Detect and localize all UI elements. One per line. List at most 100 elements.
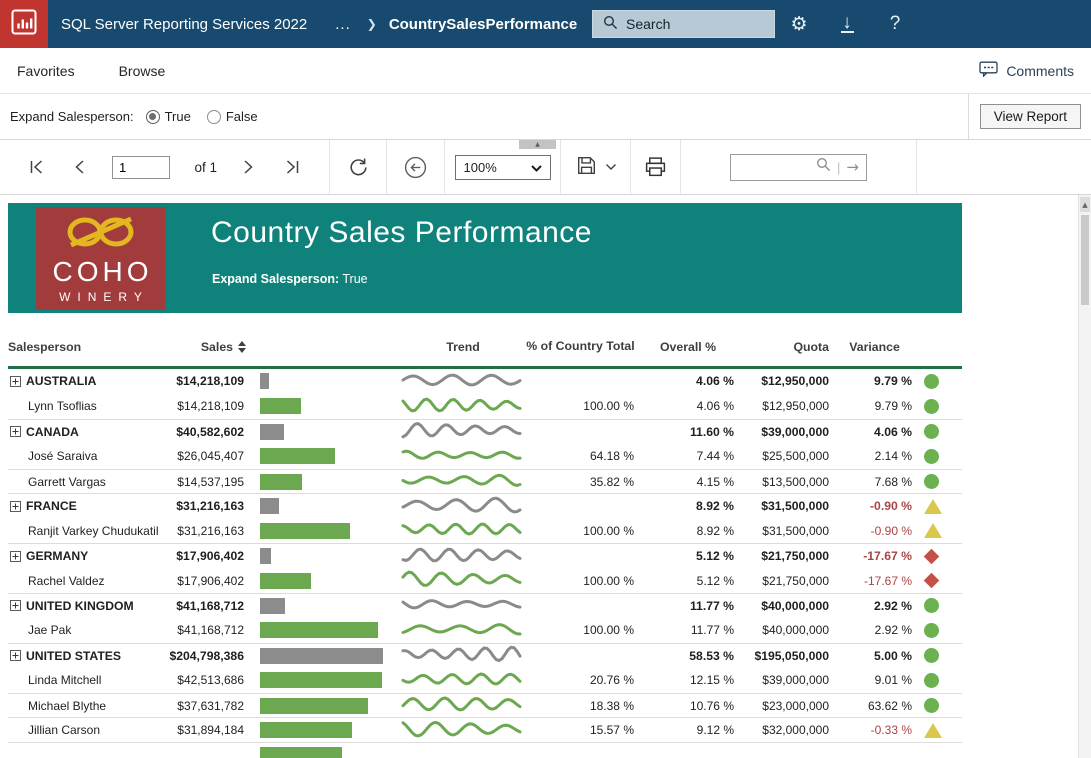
next-page-button[interactable] [241,157,257,177]
header-search-input[interactable]: Search [592,10,775,38]
radio-true-dot[interactable] [146,110,160,124]
report-title: Country Sales Performance [211,216,592,250]
settings-gear-icon[interactable]: ⚙ [775,0,823,48]
sales-bar [260,448,335,464]
expand-toggle-icon[interactable] [10,426,21,437]
salesperson-cell: José Saraiva [8,449,168,463]
find-next-arrow-icon[interactable]: → [846,158,859,176]
indicator-cell [916,598,962,613]
find-search-icon[interactable] [816,157,831,177]
find-text-box[interactable]: | → [730,154,867,181]
report-table-body: AUSTRALIA$14,218,1094.06 %$12,950,0009.7… [8,369,962,758]
download-icon[interactable]: ↓ [823,0,871,48]
find-text-input[interactable] [738,159,810,176]
comments-button[interactable]: Comments [979,61,1074,80]
pct-country-total-value: 15.57 % [523,723,638,737]
view-report-button[interactable]: View Report [980,104,1081,129]
col-header-salesperson: Salesperson [8,340,168,354]
sales-bar [260,548,271,564]
sales-value: $41,168,712 [168,623,248,637]
vertical-scrollbar[interactable]: ▲ [1078,195,1091,758]
variance-value: 5.00 % [833,649,916,663]
refresh-button[interactable] [345,154,372,181]
overall-pct-value: 11.60 % [638,425,738,439]
last-page-button[interactable] [282,157,303,177]
sales-value: $26,045,407 [168,449,248,463]
expand-toggle-icon[interactable] [10,551,21,562]
sales-bar [260,474,302,490]
col-header-sales[interactable]: Sales [168,340,248,354]
sales-value: $42,513,686 [168,673,248,687]
indicator-cell [916,449,962,464]
expand-toggle-icon[interactable] [10,650,21,661]
quota-value: $195,050,000 [738,649,833,663]
print-button[interactable] [642,154,669,180]
overall-pct-value: 4.06 % [638,374,738,388]
overall-pct-value: 10.76 % [638,699,738,713]
find-divider: | [837,160,840,175]
col-header-variance: Variance [833,340,916,354]
sales-bar-cell [248,672,403,688]
overall-pct-value: 5.12 % [638,574,738,588]
country-name: GERMANY [26,549,88,563]
green-circle-icon [924,374,939,389]
radio-false-label: False [226,109,258,124]
green-circle-icon [924,474,939,489]
country-name: CANADA [26,425,79,439]
save-export-button[interactable] [574,153,599,181]
scrollbar-thumb[interactable] [1081,215,1089,305]
pct-country-total-value: 100.00 % [523,574,638,588]
sort-icon[interactable] [238,341,246,353]
indicator-cell [916,673,962,688]
overall-pct-value: 9.12 % [638,723,738,737]
salesperson-cell: Linda Mitchell [8,673,168,687]
ssrs-home-logo[interactable] [0,0,48,48]
yellow-triangle-icon [924,523,942,538]
expand-toggle-icon[interactable] [10,501,21,512]
zoom-select[interactable]: 100% [455,155,551,180]
comments-label: Comments [1006,63,1074,79]
sales-bar-cell [248,398,403,414]
sales-value: $14,218,109 [168,399,248,413]
expand-toggle-icon[interactable] [10,600,21,611]
sales-bar-cell [248,474,403,490]
salesperson-cell: Jae Pak [8,623,168,637]
chevron-right-icon: ❯ [367,17,377,31]
sales-bar-cell [248,573,403,589]
tab-browse[interactable]: Browse [119,63,166,79]
first-page-button[interactable] [26,157,47,177]
radio-false-dot[interactable] [207,110,221,124]
app-title[interactable]: SQL Server Reporting Services 2022 [61,16,307,33]
quota-value: $13,500,000 [738,475,833,489]
back-to-parent-button[interactable] [401,153,430,182]
trend-sparkline [403,594,523,617]
tab-favorites[interactable]: Favorites [17,63,75,79]
previous-page-button[interactable] [71,157,87,177]
pct-country-total-value: 18.38 % [523,699,638,713]
radio-true[interactable]: True [146,109,191,124]
parameter-collapse-handle[interactable]: ▲ [519,140,556,149]
indicator-cell [916,648,962,663]
quota-value: $12,950,000 [738,374,833,388]
salesperson-name: Ranjit Varkey Chudukatil [28,524,159,538]
bar-chart-icon [11,9,37,40]
salesperson-cell: CANADA [8,425,168,439]
help-icon[interactable]: ? [871,0,919,48]
salesperson-cell: GERMANY [8,549,168,563]
scrollbar-up-arrow[interactable]: ▲ [1080,197,1090,212]
radio-false[interactable]: False [207,109,258,124]
winery-loops-icon [58,215,144,256]
overall-pct-value: 7.44 % [638,449,738,463]
save-menu-chevron-icon[interactable] [605,158,617,176]
salesperson-cell: Lynn Tsoflias [8,399,168,413]
quota-value: $31,500,000 [738,499,833,513]
yellow-triangle-icon [924,499,942,514]
page-number-input[interactable] [112,156,170,179]
salesperson-cell: Ranjit Varkey Chudukatil [8,524,168,538]
breadcrumb-ellipsis[interactable]: ... [335,16,351,33]
salesperson-name: Jillian Carson [28,723,100,737]
green-circle-icon [924,424,939,439]
expand-toggle-icon[interactable] [10,376,21,387]
sales-bar [260,698,368,714]
country-name: AUSTRALIA [26,374,96,388]
